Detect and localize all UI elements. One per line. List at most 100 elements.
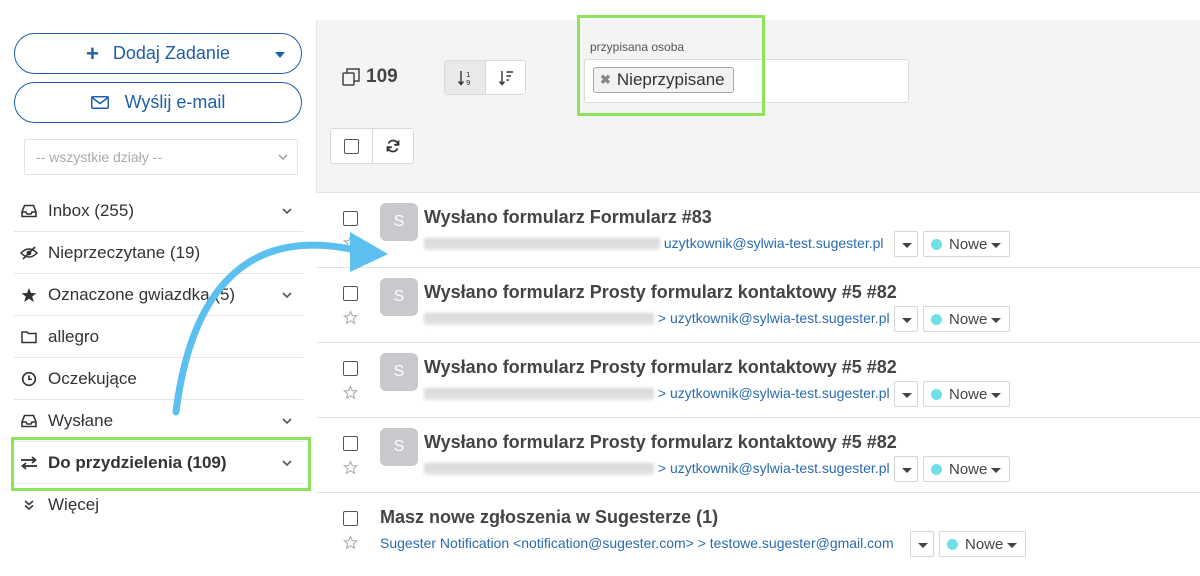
sidebar-item-label: Więcej — [48, 495, 100, 514]
status-dropdown[interactable]: Nowe — [923, 381, 1010, 407]
sidebar-item-starred[interactable]: Oznaczone gwiazdką (5) — [14, 274, 303, 316]
star-outline-icon[interactable] — [343, 460, 358, 475]
status-label: Nowe — [949, 235, 988, 253]
avatar: S — [380, 278, 418, 316]
add-task-button[interactable]: + Dodaj Zadanie — [14, 33, 302, 74]
department-select-value: -- wszystkie działy -- — [36, 149, 163, 165]
message-sender: > uzytkownik@sylwia-test.sugester.pl — [424, 460, 890, 476]
status-dot — [931, 463, 942, 475]
envelope-icon — [90, 96, 109, 109]
select-all-checkbox[interactable] — [331, 129, 372, 163]
list-item[interactable]: S Wysłano formularz Formularz #83 uzytko… — [316, 192, 1200, 267]
sidebar-item-sent[interactable]: Wysłane — [14, 400, 303, 442]
message-subject[interactable]: Wysłano formularz Formularz #83 — [424, 207, 712, 228]
tray-icon — [20, 412, 38, 430]
status-dot — [931, 313, 942, 325]
actions-dropdown[interactable] — [910, 531, 934, 557]
refresh-button[interactable] — [372, 129, 413, 163]
message-count-value: 109 — [366, 66, 398, 87]
caret-down-icon[interactable] — [275, 52, 285, 58]
message-sender: Sugester Notification <notification@suge… — [380, 535, 894, 551]
sidebar-item-inbox[interactable]: Inbox (255) — [14, 190, 303, 232]
status-label: Nowe — [949, 460, 988, 478]
status-label: Nowe — [965, 535, 1004, 553]
status-dropdown[interactable]: Nowe — [923, 231, 1010, 257]
list-item[interactable]: Masz nowe zgłoszenia w Sugesterze (1) Su… — [316, 492, 1200, 576]
svg-text:9: 9 — [466, 79, 470, 87]
status-label: Nowe — [949, 310, 988, 328]
status-dot — [931, 238, 942, 250]
status-dot — [931, 388, 942, 400]
status-dropdown[interactable]: Nowe — [939, 531, 1026, 557]
avatar: S — [380, 428, 418, 466]
list-item[interactable]: S Wysłano formularz Prosty formularz kon… — [316, 267, 1200, 342]
redacted-sender — [424, 313, 654, 326]
message-subject[interactable]: Wysłano formularz Prosty formularz konta… — [424, 357, 897, 378]
chevron-down-icon[interactable] — [281, 415, 293, 427]
row-checkbox[interactable] — [343, 361, 358, 376]
sidebar-item-pending[interactable]: Oczekujące — [14, 358, 303, 400]
sort-numeric-icon: 19 — [457, 70, 470, 87]
avatar: S — [380, 203, 418, 241]
sort-amount-button[interactable] — [485, 61, 525, 94]
svg-text:1: 1 — [466, 71, 470, 79]
chevron-down-icon — [278, 154, 288, 160]
message-subject[interactable]: Wysłano formularz Prosty formularz konta… — [424, 282, 897, 303]
caret-down-icon — [991, 243, 1001, 248]
message-recipient: uzytkownik@sylwia-test.sugester.pl — [669, 385, 890, 401]
row-checkbox[interactable] — [343, 286, 358, 301]
message-subject[interactable]: Masz nowe zgłoszenia w Sugesterze (1) — [380, 507, 718, 528]
message-sender: uzytkownik@sylwia-test.sugester.pl — [424, 235, 884, 251]
row-checkbox[interactable] — [343, 211, 358, 226]
actions-dropdown[interactable] — [894, 306, 918, 332]
sidebar-item-label: Nieprzeczytane (19) — [48, 242, 201, 262]
status-dropdown[interactable]: Nowe — [923, 306, 1010, 332]
clock-icon — [20, 370, 38, 388]
actions-dropdown[interactable] — [894, 456, 918, 482]
double-chevron-down-icon — [20, 496, 38, 514]
message-recipient: uzytkownik@sylwia-test.sugester.pl — [669, 310, 890, 326]
status-dropdown[interactable]: Nowe — [923, 456, 1010, 482]
send-email-label: Wyślij e-mail — [124, 92, 226, 112]
actions-dropdown[interactable] — [894, 231, 918, 257]
star-outline-icon[interactable] — [343, 535, 358, 550]
add-task-label: Dodaj Zadanie — [112, 43, 230, 63]
highlight-box-nav — [11, 437, 311, 491]
bulk-toolbar — [330, 128, 414, 164]
copy-icon — [342, 68, 360, 86]
highlight-box-filter — [577, 15, 765, 116]
sidebar-item-label: Oznaczone gwiazdką (5) — [48, 284, 236, 304]
list-item[interactable]: S Wysłano formularz Prosty formularz kon… — [316, 342, 1200, 417]
sidebar-item-label: Oczekujące — [48, 368, 137, 388]
star-outline-icon[interactable] — [343, 235, 358, 250]
department-select[interactable]: -- wszystkie działy -- — [24, 139, 298, 175]
status-label: Nowe — [949, 385, 988, 403]
sort-numeric-button[interactable]: 19 — [445, 61, 485, 94]
status-dot — [947, 538, 958, 550]
caret-down-icon — [991, 393, 1001, 398]
message-sender: > uzytkownik@sylwia-test.sugester.pl — [424, 385, 890, 401]
chevron-down-icon[interactable] — [281, 289, 293, 301]
checkbox-icon — [344, 138, 359, 154]
row-checkbox[interactable] — [343, 511, 358, 526]
sidebar: + Dodaj Zadanie Wyślij e-mail -- wszystk… — [0, 0, 316, 576]
message-count: 109 — [342, 66, 398, 88]
caret-down-icon — [991, 318, 1001, 323]
list-item[interactable]: S Wysłano formularz Prosty formularz kon… — [316, 417, 1200, 492]
redacted-sender — [424, 388, 654, 401]
chevron-down-icon[interactable] — [281, 205, 293, 217]
message-recipient: uzytkownik@sylwia-test.sugester.pl — [663, 235, 884, 251]
folder-icon — [20, 328, 38, 346]
star-outline-icon[interactable] — [343, 310, 358, 325]
sidebar-item-label: allegro — [48, 326, 100, 346]
row-checkbox[interactable] — [343, 436, 358, 451]
plus-icon: + — [86, 40, 99, 66]
sidebar-item-allegro[interactable]: allegro — [14, 316, 303, 358]
send-email-button[interactable]: Wyślij e-mail — [14, 82, 302, 123]
actions-dropdown[interactable] — [894, 381, 918, 407]
star-outline-icon[interactable] — [343, 385, 358, 400]
sidebar-item-unread[interactable]: Nieprzeczytane (19) — [14, 232, 303, 274]
redacted-sender — [424, 463, 654, 476]
message-subject[interactable]: Wysłano formularz Prosty formularz konta… — [424, 432, 897, 453]
sidebar-item-label: Wysłane — [48, 410, 114, 430]
